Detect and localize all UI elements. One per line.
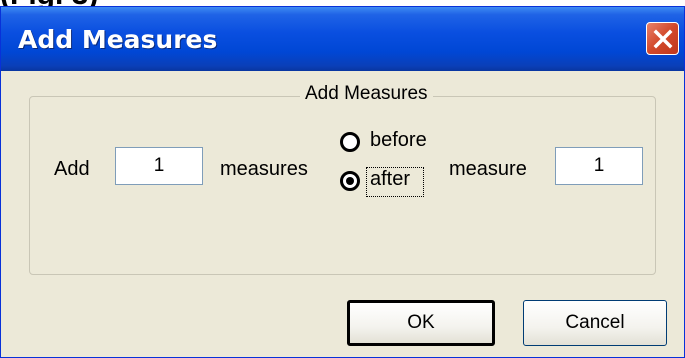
measure-label: measure xyxy=(449,158,527,180)
radio-after-selected-dot xyxy=(346,177,354,185)
target-measure-input[interactable] xyxy=(555,147,643,185)
radio-before-label[interactable]: before xyxy=(370,129,427,152)
ok-button[interactable]: OK xyxy=(347,300,495,346)
add-measures-dialog: Add Measures Add Measures Add measures b… xyxy=(0,6,685,358)
radio-before[interactable] xyxy=(340,132,360,152)
radio-after-label[interactable]: after xyxy=(370,168,410,191)
radio-after[interactable] xyxy=(340,171,360,191)
group-legend: Add Measures xyxy=(300,83,433,105)
measures-label: measures xyxy=(220,158,308,180)
close-icon xyxy=(653,29,673,49)
measure-count-input[interactable] xyxy=(115,147,203,185)
cancel-button[interactable]: Cancel xyxy=(523,300,667,346)
title-bar[interactable]: Add Measures xyxy=(1,7,684,71)
add-label: Add xyxy=(54,158,90,180)
close-button[interactable] xyxy=(646,22,679,55)
dialog-body: Add Measures Add measures before after m… xyxy=(1,71,684,357)
add-measures-group: Add Measures Add measures before after m… xyxy=(29,83,656,275)
dialog-title: Add Measures xyxy=(18,25,218,54)
